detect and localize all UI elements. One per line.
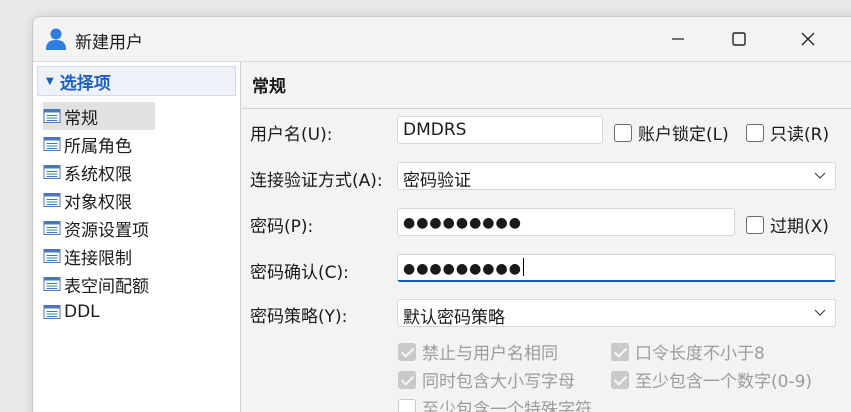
- close-button[interactable]: [785, 17, 831, 61]
- sidebar-item-general[interactable]: 常规: [43, 102, 155, 130]
- expired-checkbox[interactable]: 过期(X): [746, 212, 829, 237]
- list-page-icon: [43, 305, 61, 319]
- sidebar: ▼ 选择项 常规 所属角色 系统权限 对象权限 资源设置项 连接限制 表空间配额…: [33, 61, 241, 412]
- mixed-case-box: [398, 370, 416, 389]
- sidebar-item-label: DDL: [64, 302, 100, 322]
- collapse-caret-icon: ▼: [46, 75, 54, 87]
- sidebar-item-label: 系统权限: [64, 164, 132, 185]
- list-page-icon: [43, 109, 61, 123]
- maximize-button[interactable]: [716, 17, 762, 61]
- close-icon: [801, 32, 815, 46]
- sidebar-item-label: 资源设置项: [64, 220, 149, 241]
- account-lock-checkbox[interactable]: 账户锁定(L): [614, 120, 729, 145]
- section-divider: [242, 108, 851, 109]
- list-page-icon: [43, 277, 61, 291]
- auth-method-select[interactable]: 密码验证: [397, 162, 836, 191]
- maximize-icon: [732, 32, 746, 46]
- auth-method-value: 密码验证: [403, 171, 471, 191]
- chevron-down-icon: [814, 309, 826, 316]
- list-page-icon: [43, 137, 61, 151]
- window-title: 新建用户: [75, 33, 143, 53]
- sidebar-item-system-privileges[interactable]: 系统权限: [43, 158, 155, 186]
- password-input[interactable]: ●●●●●●●●●: [397, 208, 735, 236]
- sidebar-item-tablespace-quota[interactable]: 表空间配额: [43, 270, 155, 298]
- read-only-box: [746, 123, 764, 142]
- mixed-case-checkbox[interactable]: 同时包含大小写字母: [398, 367, 575, 392]
- min-length-box: [611, 342, 629, 361]
- sidebar-item-label: 常规: [64, 108, 98, 129]
- password-value: ●●●●●●●●●: [403, 215, 522, 231]
- policy-value: 默认密码策略: [403, 308, 505, 328]
- section-title: 常规: [252, 77, 286, 97]
- expired-label: 过期(X): [770, 217, 829, 237]
- policy-label: 密码策略(Y):: [250, 307, 348, 327]
- has-digit-label: 至少包含一个数字(0-9): [635, 372, 813, 392]
- list-page-icon: [43, 165, 61, 179]
- list-page-icon: [43, 193, 61, 207]
- username-label: 用户名(U):: [250, 125, 333, 145]
- auth-method-label: 连接验证方式(A):: [250, 171, 383, 191]
- has-special-label: 至少包含一个特殊字符: [422, 400, 592, 412]
- general-panel: 常规 用户名(U): DMDRS 账户锁定(L) 只读(R) 连接验证方式(A)…: [242, 61, 851, 412]
- text-cursor: [522, 258, 524, 276]
- has-special-box: [398, 398, 416, 412]
- no-same-as-username-checkbox[interactable]: 禁止与用户名相同: [398, 339, 558, 364]
- mixed-case-label: 同时包含大小写字母: [422, 372, 575, 392]
- minimize-button[interactable]: [655, 17, 701, 61]
- user-icon: [46, 28, 66, 50]
- title-bar: 新建用户: [33, 17, 851, 61]
- sidebar-item-resource-settings[interactable]: 资源设置项: [43, 214, 155, 242]
- list-page-icon: [43, 221, 61, 235]
- account-lock-label: 账户锁定(L): [638, 125, 729, 145]
- no-same-as-username-label: 禁止与用户名相同: [422, 344, 558, 364]
- sidebar-list: 常规 所属角色 系统权限 对象权限 资源设置项 连接限制 表空间配额 DDL: [43, 102, 155, 326]
- sidebar-item-connection-limits[interactable]: 连接限制: [43, 242, 155, 270]
- no-same-as-username-box: [398, 342, 416, 361]
- password-label: 密码(P):: [250, 217, 314, 237]
- read-only-label: 只读(R): [770, 125, 830, 145]
- password-confirm-input[interactable]: ●●●●●●●●●: [397, 254, 836, 282]
- sidebar-item-ddl[interactable]: DDL: [43, 298, 155, 326]
- has-digit-checkbox[interactable]: 至少包含一个数字(0-9): [611, 367, 812, 392]
- has-digit-box: [611, 370, 629, 389]
- new-user-dialog: 新建用户 ▼ 选择项 常规 所属角色 系统权限 对象权限 资源设置项 连接限制 …: [32, 16, 851, 412]
- sidebar-header[interactable]: ▼ 选择项: [37, 66, 236, 96]
- password-confirm-label: 密码确认(C):: [250, 263, 349, 283]
- min-length-label: 口令长度不小于8: [635, 344, 765, 364]
- minimize-icon: [672, 38, 684, 40]
- sidebar-item-label: 对象权限: [64, 192, 132, 213]
- min-length-checkbox[interactable]: 口令长度不小于8: [611, 339, 765, 364]
- account-lock-box: [614, 123, 632, 142]
- password-confirm-value: ●●●●●●●●●: [403, 261, 522, 277]
- chevron-down-icon: [814, 172, 826, 179]
- expired-box: [746, 215, 764, 234]
- has-special-checkbox[interactable]: 至少包含一个特殊字符: [398, 395, 592, 412]
- sidebar-item-object-privileges[interactable]: 对象权限: [43, 186, 155, 214]
- policy-select[interactable]: 默认密码策略: [397, 299, 836, 328]
- sidebar-header-label: 选择项: [59, 73, 111, 94]
- sidebar-item-label: 所属角色: [64, 136, 132, 157]
- username-input[interactable]: DMDRS: [397, 116, 603, 144]
- sidebar-item-label: 连接限制: [64, 248, 132, 269]
- list-page-icon: [43, 249, 61, 263]
- read-only-checkbox[interactable]: 只读(R): [746, 120, 829, 145]
- sidebar-item-roles[interactable]: 所属角色: [43, 130, 155, 158]
- sidebar-item-label: 表空间配额: [64, 276, 149, 297]
